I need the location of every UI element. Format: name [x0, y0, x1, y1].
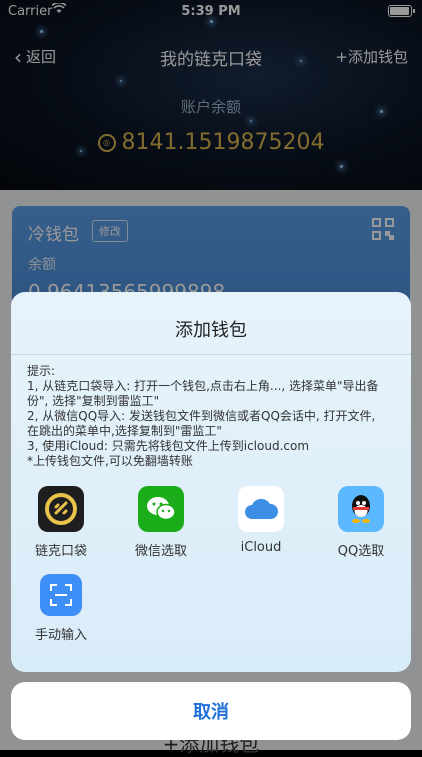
- wechat-icon: [138, 486, 184, 532]
- hint-line: 提示:: [27, 364, 56, 378]
- option-manual-input[interactable]: 手动输入: [11, 574, 111, 643]
- option-linkpocket[interactable]: 链克口袋: [11, 486, 111, 559]
- option-label: iCloud: [240, 540, 282, 555]
- option-label: 链克口袋: [34, 544, 87, 559]
- option-qq[interactable]: QQ选取: [311, 486, 411, 559]
- option-wechat[interactable]: 微信选取: [111, 486, 211, 559]
- hint-line: 份", 选择"复制到雷监工": [27, 394, 160, 408]
- option-label: 微信选取: [134, 544, 187, 559]
- divider: [11, 354, 411, 355]
- icloud-icon: [238, 486, 284, 532]
- linkpocket-icon: [38, 486, 84, 532]
- option-label: 手动输入: [34, 628, 87, 643]
- option-label: QQ选取: [337, 544, 385, 559]
- hint-line: 1, 从链克口袋导入: 打开一个钱包,点击右上角..., 选择菜单"导出备: [27, 379, 379, 393]
- scan-icon: [40, 574, 82, 616]
- hint-line: 3, 使用iCloud: 只需先将钱包文件上传到icloud.com: [27, 439, 310, 453]
- hint-text: 提示: 1, 从链克口袋导入: 打开一个钱包,点击右上角..., 选择菜单"导出…: [27, 364, 399, 469]
- sheet-title: 添加钱包: [175, 320, 247, 341]
- qq-icon: [338, 486, 384, 532]
- cancel-button[interactable]: 取消: [11, 682, 411, 740]
- add-wallet-sheet: 添加钱包 提示: 1, 从链克口袋导入: 打开一个钱包,点击右上角..., 选择…: [11, 292, 411, 672]
- hint-line: *上传钱包文件,可以免翻墙转账: [27, 454, 193, 468]
- option-icloud[interactable]: iCloud: [211, 486, 311, 555]
- hint-line: 2, 从微信QQ导入: 发送钱包文件到微信或者QQ会话中, 打开文件,: [27, 409, 376, 423]
- hint-line: 在跳出的菜单中,选择复制到"雷监工": [27, 424, 222, 438]
